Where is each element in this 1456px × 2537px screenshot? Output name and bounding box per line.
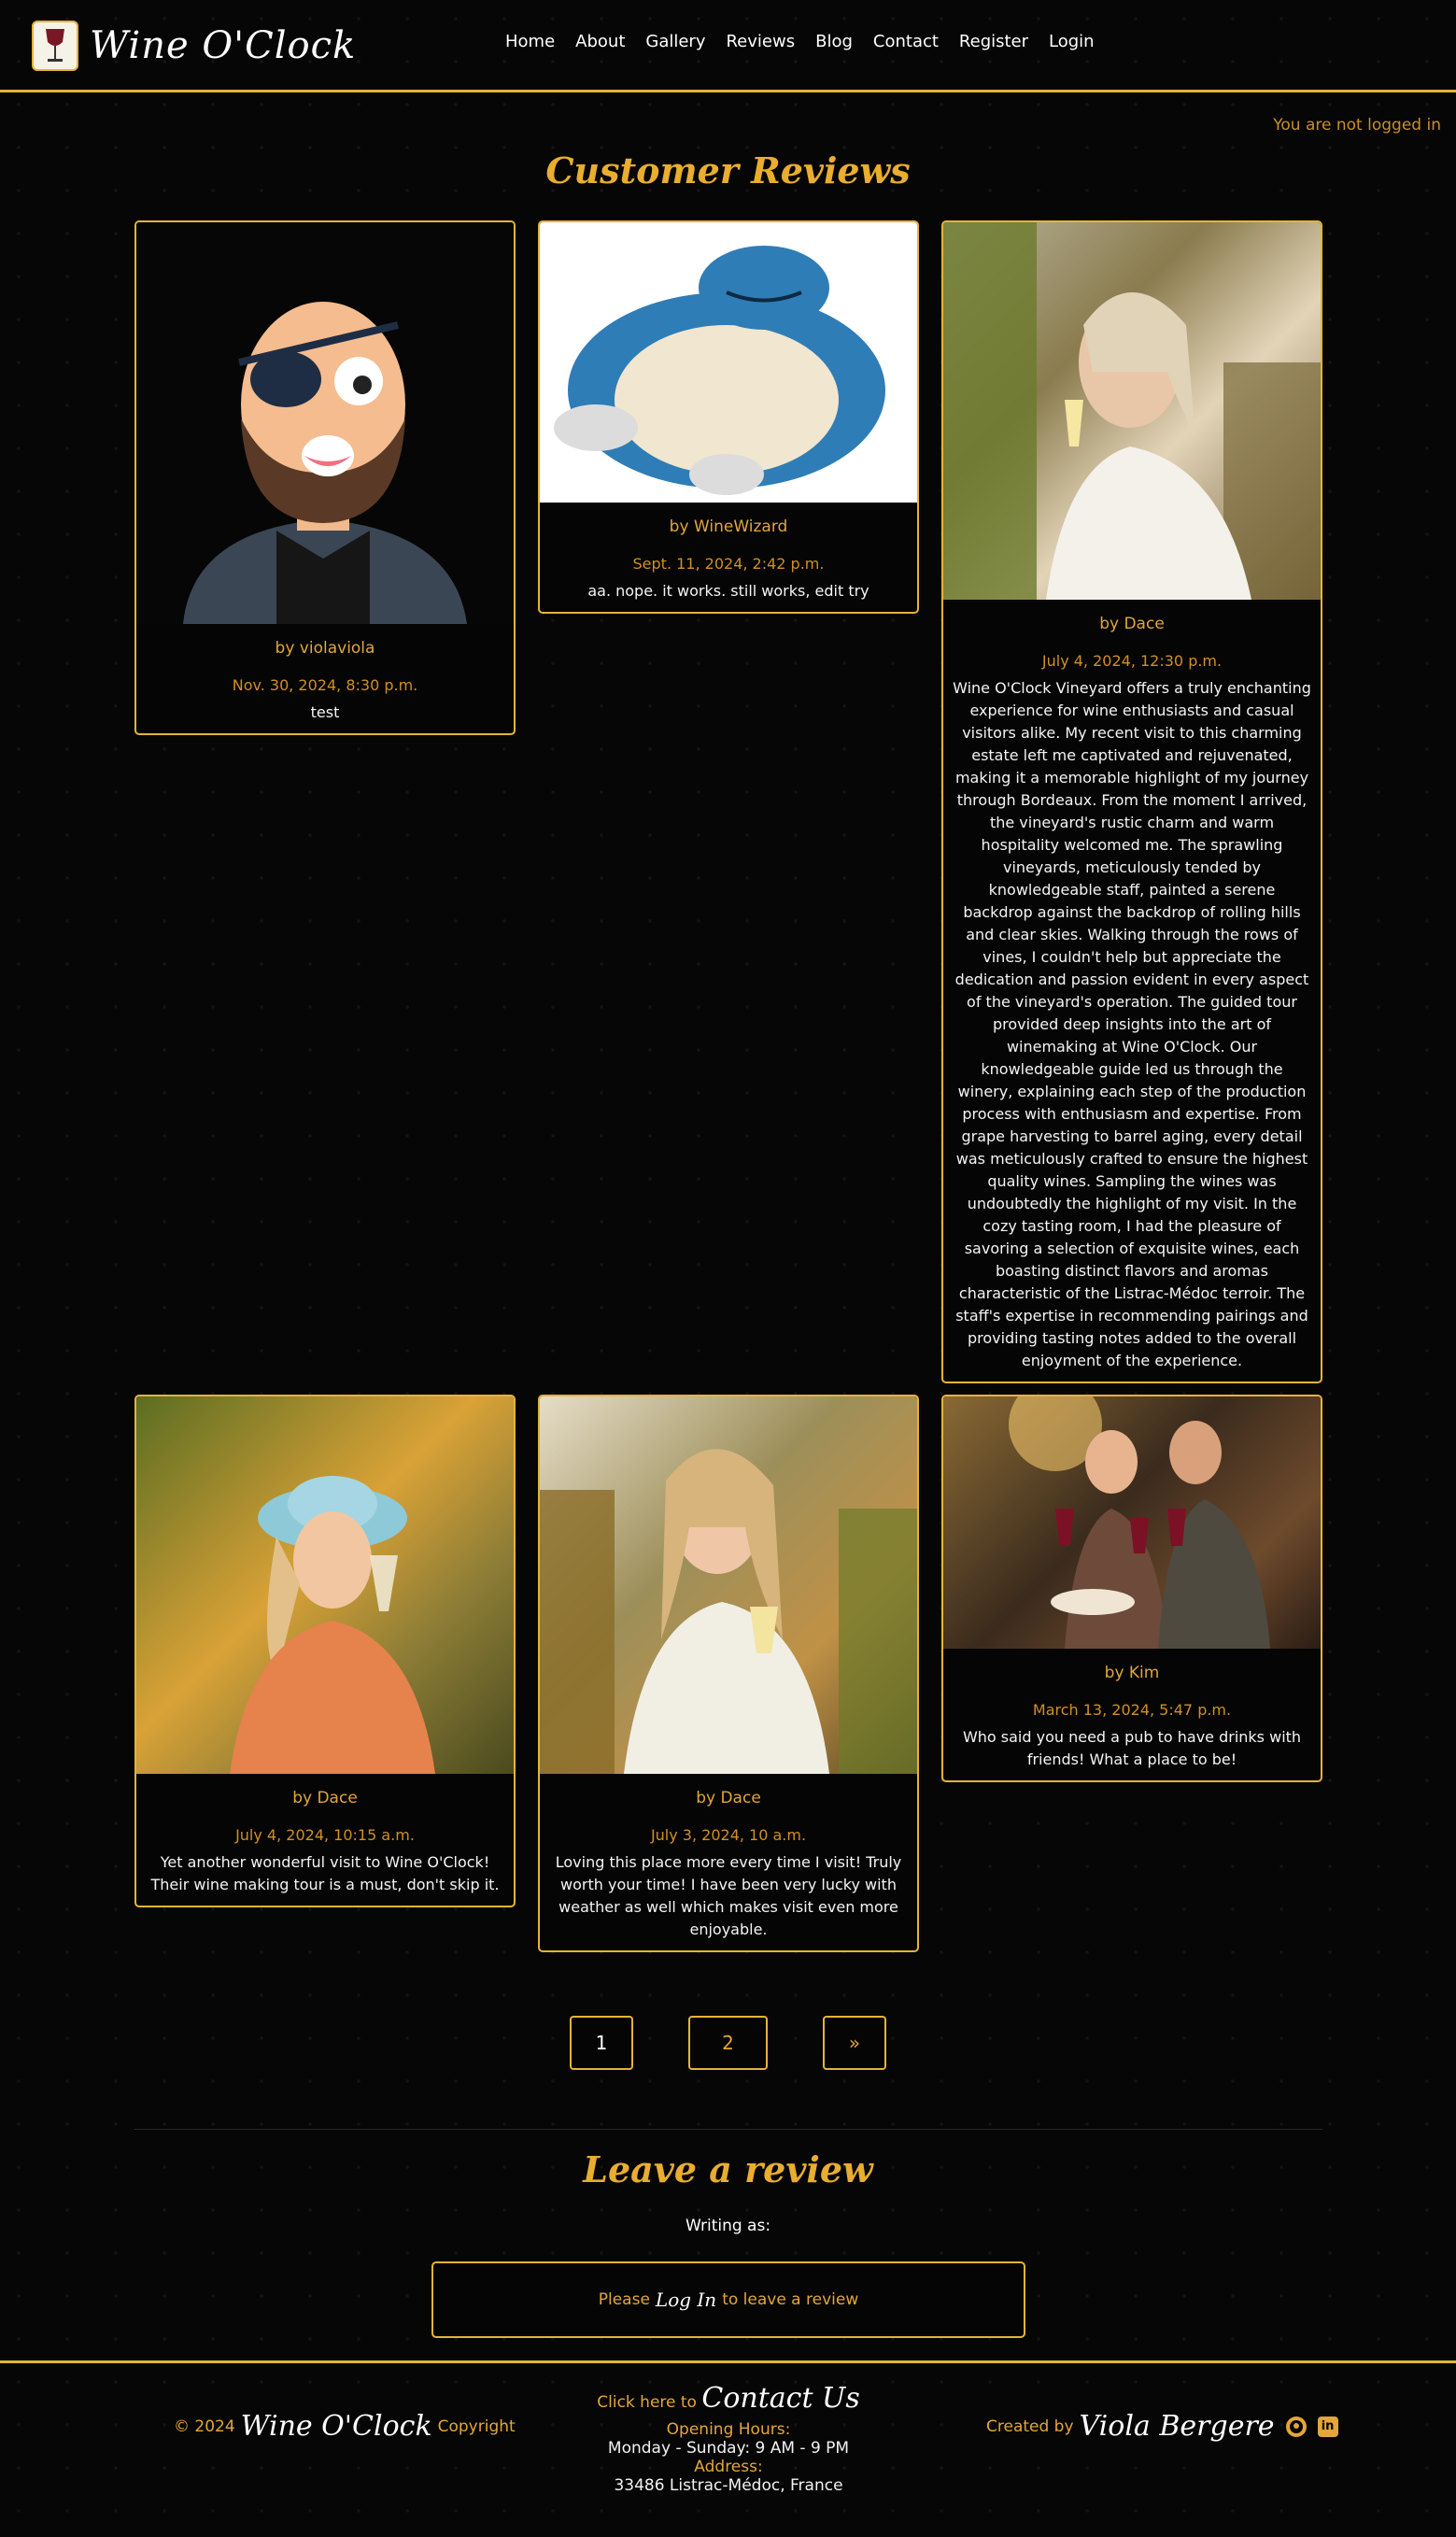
login-prompt-after: to leave a review bbox=[722, 2290, 859, 2309]
created-by-label: Created by bbox=[986, 2417, 1074, 2436]
nav-login[interactable]: Login bbox=[1049, 32, 1095, 51]
contact-prefix: Click here to bbox=[597, 2393, 697, 2412]
review-author: by Dace bbox=[1099, 615, 1165, 633]
review-author: by Kim bbox=[1104, 1664, 1160, 1682]
review-text: aa. nope. it works. still works, edit tr… bbox=[587, 582, 869, 600]
review-author: by violaviola bbox=[275, 639, 375, 658]
site-footer: © 2024 Wine O'Clock Copyright Click here… bbox=[0, 2360, 1456, 2537]
address-value: 33486 Listrac-Médoc, France bbox=[614, 2476, 843, 2495]
review-card: by violaviola Nov. 30, 2024, 8:30 p.m. t… bbox=[134, 220, 516, 735]
review-text: Wine O'Clock Vineyard offers a truly enc… bbox=[953, 679, 1311, 1369]
copyright-year: © 2024 bbox=[174, 2417, 235, 2436]
review-image bbox=[540, 222, 917, 503]
writing-as-label: Writing as: bbox=[685, 2217, 771, 2235]
review-card: by Kim March 13, 2024, 5:47 p.m. Who sai… bbox=[941, 1395, 1322, 1782]
login-link[interactable]: Log In bbox=[656, 2289, 716, 2311]
login-prompt-before: Please bbox=[598, 2290, 650, 2309]
footer-brand: Wine O'Clock bbox=[240, 2410, 432, 2443]
review-text: Yet another wonderful visit to Wine O'Cl… bbox=[150, 1853, 500, 1893]
footer-copyright: © 2024 Wine O'Clock Copyright bbox=[174, 2410, 516, 2443]
creator-name: Viola Bergere bbox=[1079, 2410, 1275, 2443]
linkedin-icon[interactable]: in bbox=[1317, 2416, 1338, 2437]
section-divider bbox=[134, 2129, 1322, 2130]
review-card: by Dace July 3, 2024, 10 a.m. Loving thi… bbox=[538, 1395, 919, 1952]
address-label: Address: bbox=[694, 2458, 763, 2476]
nav-register[interactable]: Register bbox=[959, 32, 1028, 51]
github-icon[interactable] bbox=[1285, 2416, 1307, 2437]
brand[interactable]: Wine O'Clock bbox=[32, 21, 356, 71]
review-text: test bbox=[310, 703, 340, 721]
hours-value: Monday - Sunday: 9 AM - 9 PM bbox=[607, 2439, 850, 2458]
contact-us-link[interactable]: Contact Us bbox=[701, 2382, 859, 2415]
wine-glass-logo-icon bbox=[32, 21, 78, 71]
leave-review-title: Leave a review bbox=[583, 2148, 873, 2190]
page-1-button[interactable]: 1 bbox=[570, 2016, 633, 2070]
nav-home[interactable]: Home bbox=[505, 32, 555, 51]
footer-credits: Created by Viola Bergere in bbox=[986, 2410, 1338, 2443]
nav-blog[interactable]: Blog bbox=[815, 32, 853, 51]
review-image bbox=[136, 1396, 514, 1774]
pagination: 1 2 » bbox=[0, 2016, 1456, 2070]
nav-reviews[interactable]: Reviews bbox=[726, 32, 795, 51]
site-header: Wine O'Clock Home About Gallery Reviews … bbox=[0, 0, 1456, 92]
nav-gallery[interactable]: Gallery bbox=[645, 32, 705, 51]
review-text: Loving this place more every time I visi… bbox=[555, 1853, 902, 1938]
nav-contact[interactable]: Contact bbox=[873, 32, 939, 51]
review-date: July 3, 2024, 10 a.m. bbox=[650, 1826, 807, 1844]
review-image bbox=[943, 1396, 1321, 1649]
page-2-button[interactable]: 2 bbox=[688, 2016, 768, 2070]
review-author: by Dace bbox=[292, 1789, 358, 1807]
review-author: by Dace bbox=[696, 1789, 761, 1807]
review-date: July 4, 2024, 10:15 a.m. bbox=[235, 1826, 415, 1844]
main-nav: Home About Gallery Reviews Blog Contact … bbox=[505, 32, 1115, 51]
hours-label: Opening Hours: bbox=[666, 2420, 791, 2439]
review-date: Nov. 30, 2024, 8:30 p.m. bbox=[232, 676, 418, 694]
nav-about[interactable]: About bbox=[575, 32, 625, 51]
review-text: Who said you need a pub to have drinks w… bbox=[962, 1728, 1302, 1768]
brand-name: Wine O'Clock bbox=[90, 24, 357, 67]
review-card: by WineWizard Sept. 11, 2024, 2:42 p.m. … bbox=[538, 220, 919, 614]
review-image bbox=[136, 222, 514, 624]
review-date: July 4, 2024, 12:30 p.m. bbox=[1041, 652, 1223, 670]
review-author: by WineWizard bbox=[669, 517, 788, 536]
footer-contact: Click here to Contact Us Opening Hours: … bbox=[504, 2382, 953, 2495]
next-page-button[interactable]: » bbox=[823, 2016, 886, 2070]
review-image bbox=[943, 222, 1321, 600]
review-card: by Dace July 4, 2024, 12:30 p.m. Wine O'… bbox=[941, 220, 1322, 1383]
review-image bbox=[540, 1396, 917, 1774]
login-status: You are not logged in bbox=[1273, 116, 1441, 135]
page-title: Customer Reviews bbox=[545, 149, 911, 191]
review-date: Sept. 11, 2024, 2:42 p.m. bbox=[632, 555, 825, 573]
review-card: by Dace July 4, 2024, 10:15 a.m. Yet ano… bbox=[134, 1395, 516, 1907]
login-prompt-box: Please Log In to leave a review bbox=[431, 2261, 1025, 2338]
review-date: March 13, 2024, 5:47 p.m. bbox=[1032, 1701, 1232, 1719]
